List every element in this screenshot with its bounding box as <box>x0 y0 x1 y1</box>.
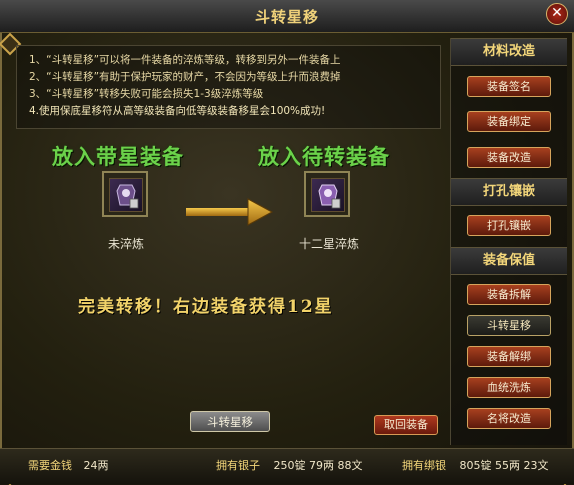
section-header-material: 材料改造 <box>451 38 567 66</box>
cost-label: 需要金钱 <box>28 459 72 472</box>
side-panel: 材料改造 装备签名 装备绑定 装备改造 打孔镶嵌 打孔镶嵌 装备保值 装备拆解 … <box>450 38 567 445</box>
transfer-button[interactable]: 斗转星移 <box>190 411 270 432</box>
silver-stat: 拥有银子 250锭 79两 88文 <box>216 457 362 473</box>
side-button-modify[interactable]: 装备改造 <box>467 147 551 168</box>
cost-value: 24两 <box>83 459 109 472</box>
instruction-line: 3、“斗转星移”转移失败可能会损失1-3级淬炼等级 <box>29 88 264 100</box>
side-button-bloodline[interactable]: 血统洗炼 <box>467 377 551 398</box>
source-slot-label: 放入带星装备 <box>52 144 184 169</box>
armor-item-icon <box>109 178 143 212</box>
side-button-socket[interactable]: 打孔镶嵌 <box>467 215 551 236</box>
silver-label: 拥有银子 <box>216 459 260 472</box>
source-item-name: 未淬炼 <box>107 237 144 251</box>
result-message: 完美转移！右边装备获得12星 <box>78 297 334 317</box>
silver-value: 250锭 79两 88文 <box>273 459 363 472</box>
target-slot-label: 放入待转装备 <box>258 144 390 169</box>
bound-silver-value: 805锭 55两 23文 <box>459 459 549 472</box>
instruction-line: 2、“斗转星移”有助于保护玩家的财产，不会因为等级上升而浪费掉 <box>29 71 341 83</box>
side-button-star-transfer[interactable]: 斗转星移 <box>467 315 551 336</box>
cost-stat: 需要金钱 24两 <box>28 457 109 473</box>
title-bar[interactable]: 斗转星移 <box>0 0 574 33</box>
side-button-general[interactable]: 名将改造 <box>467 408 551 429</box>
source-item-slot[interactable] <box>102 171 148 217</box>
side-button-unbind[interactable]: 装备解绑 <box>467 346 551 367</box>
section-header-preserve: 装备保值 <box>451 247 567 275</box>
retrieve-equipment-button[interactable]: 取回装备 <box>374 415 438 435</box>
right-arrow-icon <box>186 197 274 227</box>
side-button-dismantle[interactable]: 装备拆解 <box>467 284 551 305</box>
bound-silver-stat: 拥有绑银 805锭 55两 23文 <box>402 457 548 473</box>
side-button-bind[interactable]: 装备绑定 <box>467 111 551 132</box>
target-item-slot[interactable] <box>304 171 350 217</box>
section-header-socket: 打孔镶嵌 <box>451 178 567 206</box>
close-button[interactable]: ✕ <box>546 3 568 25</box>
side-button-sign[interactable]: 装备签名 <box>467 76 551 97</box>
window-title: 斗转星移 <box>254 8 319 26</box>
target-item-name: 十二星淬炼 <box>298 237 359 251</box>
instructions-panel: 1、“斗转星移”可以将一件装备的淬炼等级，转移到另外一件装备上 2、“斗转星移”… <box>16 45 441 129</box>
bound-silver-label: 拥有绑银 <box>402 459 446 472</box>
instruction-line: 4.使用保底星移符从高等级装备向低等级装备移星会100%成功! <box>29 105 326 117</box>
transfer-area: 放入带星装备 放入待转装备 未淬炼 十二星淬炼 完美转移！右边装备获得12星 <box>16 135 441 435</box>
armor-item-icon <box>311 178 345 212</box>
instruction-line: 1、“斗转星移”可以将一件装备的淬炼等级，转移到另外一件装备上 <box>29 54 341 66</box>
